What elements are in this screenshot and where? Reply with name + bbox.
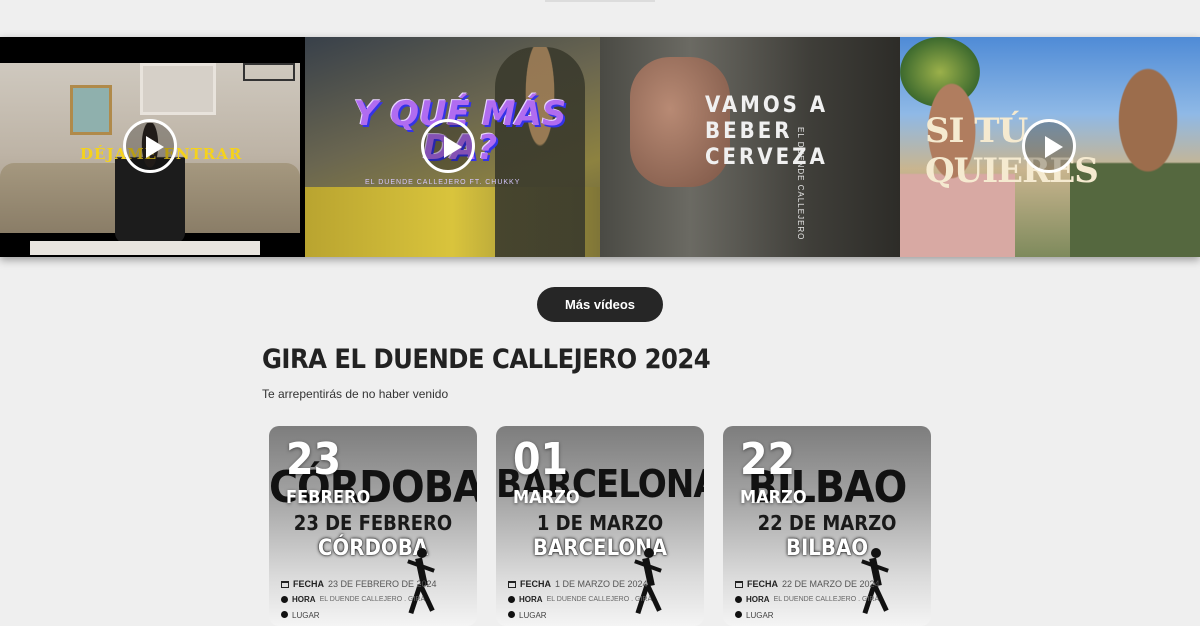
video-card-dejame-entrar[interactable]: DÉJAME ENTRAR	[0, 37, 305, 257]
card-date-row: FECHA 23 DE FEBRERO DE 2024	[281, 579, 437, 589]
video-title: VAMOS A BEBER CERVEZA	[705, 93, 829, 170]
card-day: 22	[740, 434, 796, 485]
video-subtitle: EL DUENDE CALLEJERO FT. CHUKKY	[365, 179, 521, 186]
play-icon[interactable]	[1022, 119, 1076, 173]
card-month: FEBRERO	[286, 487, 371, 508]
card-city-line: BARCELONA	[532, 536, 668, 561]
card-month: MARZO	[740, 487, 807, 508]
card-time-row: HORA EL DUENDE CALLEJERO . GIRA	[508, 595, 652, 604]
clock-icon	[735, 596, 742, 603]
card-city-line: BILBAO	[785, 536, 869, 561]
card-location-row: LUGAR	[281, 611, 320, 620]
play-icon[interactable]	[123, 119, 177, 173]
card-time-row: HORA EL DUENDE CALLEJERO . GIRA	[735, 595, 879, 604]
video-subtitle: EL DUENDE CALLEJERO	[796, 127, 805, 241]
card-date-line: 22 DE MARZO	[757, 511, 897, 535]
tour-subtitle: Te arrepentirás de no haber venido	[262, 387, 449, 401]
calendar-icon	[281, 580, 289, 588]
card-date-line: 1 DE MARZO	[536, 511, 664, 535]
card-location-row: LUGAR	[735, 611, 774, 620]
clock-icon	[508, 596, 515, 603]
video-card-vamos-a-beber-cerveza[interactable]: VAMOS A BEBER CERVEZA EL DUENDE CALLEJER…	[600, 37, 900, 257]
card-day: 23	[286, 434, 342, 485]
card-city-line: CÓRDOBA	[317, 536, 429, 561]
tour-title: GIRA EL DUENDE CALLEJERO 2024	[262, 344, 711, 375]
card-day: 01	[513, 434, 569, 485]
play-icon[interactable]	[421, 119, 475, 173]
calendar-icon	[735, 580, 743, 588]
clock-icon	[281, 596, 288, 603]
card-time-row: HORA EL DUENDE CALLEJERO . GIRA	[281, 595, 425, 604]
tour-card-barcelona[interactable]: BARCELONA 01 MARZO 1 DE MARZO BARCELONA …	[496, 426, 704, 626]
tour-cards: CÓRDOBA 23 FEBRERO 23 DE FEBRERO CÓRDOBA…	[269, 426, 931, 626]
video-card-si-tu-quieres[interactable]: SI TÚ QUIERES	[900, 37, 1200, 257]
card-date-line: 23 DE FEBRERO	[293, 511, 453, 535]
card-date-row: FECHA 22 DE MARZO DE 2024	[735, 579, 880, 589]
tour-card-cordoba[interactable]: CÓRDOBA 23 FEBRERO 23 DE FEBRERO CÓRDOBA…	[269, 426, 477, 626]
top-divider	[545, 0, 655, 2]
card-month: MARZO	[513, 487, 580, 508]
card-location-row: LUGAR	[508, 611, 547, 620]
tour-card-bilbao[interactable]: BILBAO 22 MARZO 22 DE MARZO BILBAO FECHA…	[723, 426, 931, 626]
video-card-y-que-mas-da[interactable]: Y QUÉ MÁS DA? EL DUENDE CALLEJERO FT. CH…	[305, 37, 600, 257]
video-carousel: DÉJAME ENTRAR Y QUÉ MÁS DA? EL DUENDE CA…	[0, 37, 1200, 257]
more-videos-button[interactable]: Más vídeos	[537, 287, 663, 322]
card-date-row: FECHA 1 DE MARZO DE 2024	[508, 579, 648, 589]
calendar-icon	[508, 580, 516, 588]
